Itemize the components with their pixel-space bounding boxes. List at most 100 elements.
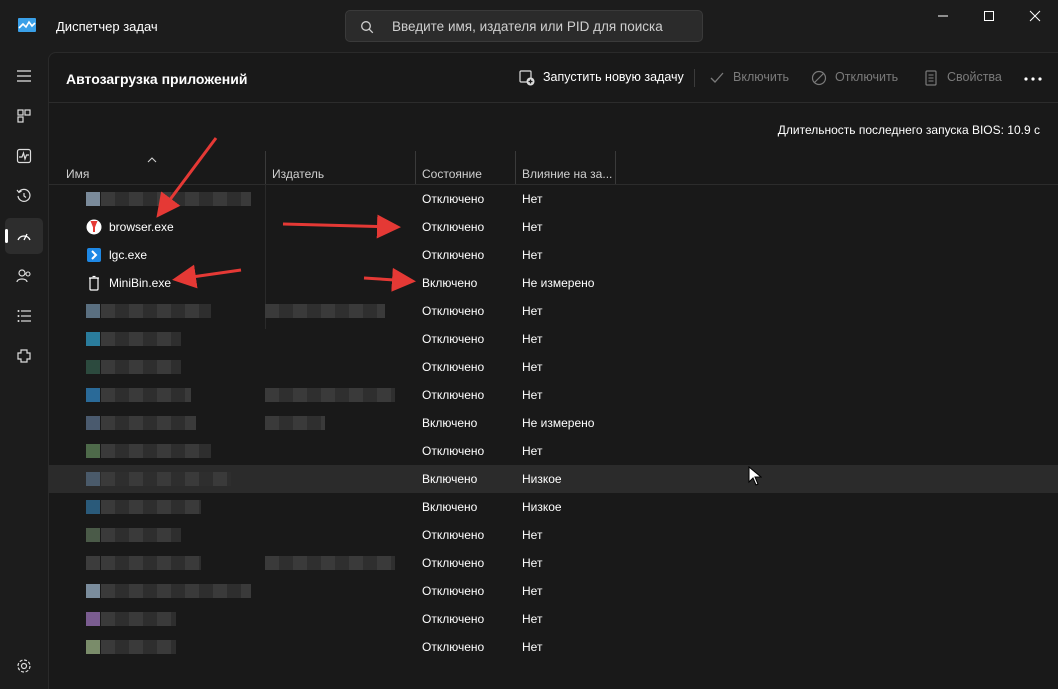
nav-processes[interactable]: [5, 98, 43, 134]
table-row[interactable]: Отключено Нет: [49, 325, 1058, 353]
startup-impact: Не измерено: [522, 416, 595, 430]
nav-startup[interactable]: [5, 218, 43, 254]
table-row[interactable]: Отключено Нет: [49, 633, 1058, 661]
app-state: Отключено: [422, 360, 485, 374]
search-input[interactable]: Введите имя, издателя или PID для поиска: [345, 10, 703, 42]
redacted-app-icon: [86, 640, 100, 654]
redacted-app-icon: [86, 360, 100, 374]
table-row[interactable]: browser.exe Отключено Нет: [49, 213, 1058, 241]
app-state: Включено: [422, 500, 478, 514]
column-divider[interactable]: [515, 151, 516, 184]
column-header-state[interactable]: Состояние: [422, 151, 514, 184]
table-row[interactable]: lgc.exe Отключено Нет: [49, 241, 1058, 269]
column-divider[interactable]: [415, 151, 416, 184]
app-state: Отключено: [422, 640, 485, 654]
more-options-icon[interactable]: [1023, 77, 1043, 81]
processes-icon: [17, 109, 31, 123]
column-impact-label: Влияние на за...: [522, 167, 613, 181]
table-row[interactable]: Отключено Нет: [49, 549, 1058, 577]
left-nav: [0, 52, 48, 689]
search-icon: [361, 21, 374, 34]
disable-icon: [811, 70, 827, 86]
maximize-icon: [984, 11, 994, 21]
nav-settings[interactable]: [5, 648, 43, 684]
app-state: Отключено: [422, 584, 485, 598]
app-state: Отключено: [422, 612, 485, 626]
minimize-icon: [938, 15, 948, 17]
redacted-app-name: [101, 556, 201, 570]
startup-impact: Нет: [522, 612, 543, 626]
column-header-name[interactable]: Имя: [66, 151, 265, 184]
nav-details[interactable]: [5, 298, 43, 334]
startup-impact: Нет: [522, 248, 543, 262]
app-state: Отключено: [422, 556, 485, 570]
startup-impact: Нет: [522, 360, 543, 374]
table-row[interactable]: Отключено Нет: [49, 297, 1058, 325]
redacted-app-name: [101, 584, 251, 598]
nav-services[interactable]: [5, 338, 43, 374]
redacted-app-icon: [86, 332, 100, 346]
column-divider[interactable]: [265, 151, 266, 184]
page-header: Автозагрузка приложений Запустить новую …: [49, 53, 1058, 103]
details-icon: [17, 310, 31, 322]
nav-app-history[interactable]: [5, 178, 43, 214]
table-row[interactable]: Включено Низкое: [49, 465, 1058, 493]
table-row[interactable]: MiniBin.exe Включено Не измерено: [49, 269, 1058, 297]
table-row[interactable]: Отключено Нет: [49, 381, 1058, 409]
table-row[interactable]: Отключено Нет: [49, 521, 1058, 549]
table-row[interactable]: Отключено Нет: [49, 437, 1058, 465]
redacted-app-icon: [86, 388, 100, 402]
run-new-task-button[interactable]: Запустить новую задачу: [519, 67, 684, 89]
redacted-app-name: [101, 416, 196, 430]
app-state: Отключено: [422, 248, 485, 262]
toolbar-separator: [694, 69, 695, 87]
logitech-icon: [86, 247, 102, 263]
startup-impact: Нет: [522, 332, 543, 346]
close-button[interactable]: [1012, 0, 1058, 32]
table-row[interactable]: Отключено Нет: [49, 605, 1058, 633]
startup-impact: Низкое: [522, 472, 562, 486]
history-icon: [16, 188, 31, 202]
minimize-button[interactable]: [920, 0, 966, 32]
redacted-app-icon: [86, 304, 100, 318]
redacted-publisher: [265, 556, 395, 570]
users-icon: [16, 269, 31, 283]
column-header-publisher[interactable]: Издатель: [272, 151, 414, 184]
startup-impact: Нет: [522, 640, 543, 654]
nav-users[interactable]: [5, 258, 43, 294]
nav-performance[interactable]: [5, 138, 43, 174]
title-bar: Диспетчер задач Введите имя, издателя ил…: [0, 0, 1058, 52]
table-row[interactable]: Отключено Нет: [49, 353, 1058, 381]
table-row[interactable]: Включено Не измерено: [49, 409, 1058, 437]
search-placeholder: Введите имя, издателя или PID для поиска: [392, 19, 663, 34]
enable-button[interactable]: Включить: [709, 67, 791, 89]
maximize-button[interactable]: [966, 0, 1012, 32]
performance-icon: [16, 148, 32, 164]
properties-button[interactable]: Свойства: [923, 67, 1003, 89]
startup-impact: Нет: [522, 528, 543, 542]
app-state: Отключено: [422, 388, 485, 402]
app-state: Отключено: [422, 444, 485, 458]
startup-impact: Нет: [522, 192, 543, 206]
app-state: Включено: [422, 276, 478, 290]
disable-button[interactable]: Отключить: [811, 67, 903, 89]
redacted-publisher: [265, 388, 395, 402]
close-icon: [1029, 10, 1041, 22]
redacted-app-icon: [86, 584, 100, 598]
table-row[interactable]: Отключено Нет: [49, 185, 1058, 213]
disable-label: Отключить: [835, 70, 899, 84]
table-row[interactable]: Отключено Нет: [49, 577, 1058, 605]
checkmark-icon: [710, 72, 724, 83]
redacted-app-icon: [86, 416, 100, 430]
column-header-impact[interactable]: Влияние на за...: [522, 151, 614, 184]
table-row[interactable]: Включено Низкое: [49, 493, 1058, 521]
menu-button[interactable]: [5, 58, 43, 94]
startup-impact: Нет: [522, 304, 543, 318]
app-state: Включено: [422, 472, 478, 486]
settings-icon: [17, 659, 31, 673]
column-name-label: Имя: [66, 167, 90, 181]
startup-impact: Низкое: [522, 500, 562, 514]
app-state: Отключено: [422, 220, 485, 234]
redacted-app-icon: [86, 444, 100, 458]
column-divider[interactable]: [615, 151, 616, 184]
